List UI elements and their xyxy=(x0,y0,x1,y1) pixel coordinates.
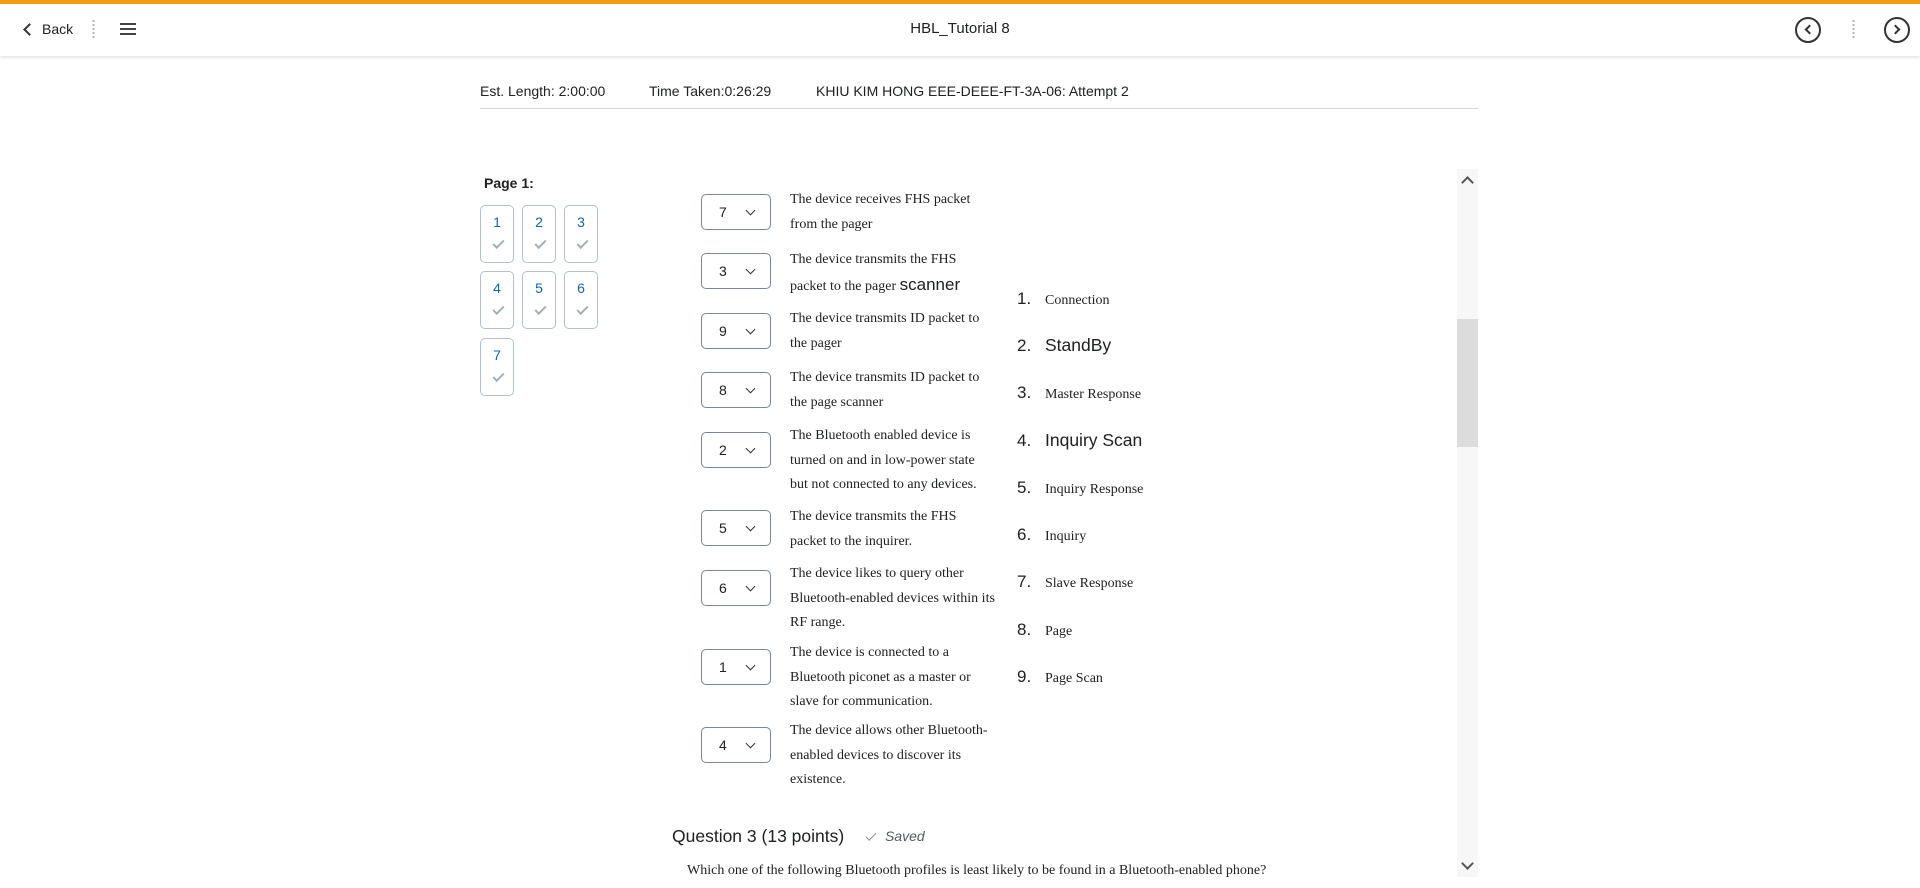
back-label: Back xyxy=(42,21,74,37)
page-title-label: Page 1: xyxy=(484,175,534,191)
choice-item-4: 4. Inquiry Scan xyxy=(1017,430,1143,450)
chevron-down-icon xyxy=(745,581,756,592)
check-icon xyxy=(492,302,505,316)
question-nav-2[interactable]: 2 xyxy=(522,205,556,263)
time-taken: Time Taken:0:26:29 xyxy=(649,83,772,99)
match-select-2[interactable]: 3 xyxy=(701,253,771,289)
scroll-up-icon[interactable] xyxy=(1461,176,1474,189)
choice-item-8: 8. Page xyxy=(1017,620,1073,639)
vertical-dots-divider xyxy=(1852,19,1855,39)
quiz-info-bar: Est. Length: 2:00:00 Time Taken:0:26:29 … xyxy=(480,83,1478,109)
match-select-4[interactable]: 8 xyxy=(701,372,771,408)
choice-item-1: 1. Connection xyxy=(1017,289,1110,308)
check-icon xyxy=(576,236,589,250)
previous-topic-icon[interactable] xyxy=(1795,17,1821,43)
question-nav-7[interactable]: 7 xyxy=(480,338,514,396)
check-icon xyxy=(492,369,505,383)
back-button[interactable]: Back xyxy=(22,18,73,40)
question-nav-1[interactable]: 1 xyxy=(480,205,514,263)
choice-item-9: 9. Page Scan xyxy=(1017,667,1103,686)
scrollbar-thumb[interactable] xyxy=(1457,319,1478,447)
attempt-label: KHIU KIM HONG EEE-DEEE-FT-3A-06: Attempt… xyxy=(816,83,1129,99)
match-select-3[interactable]: 9 xyxy=(701,313,771,349)
chevron-down-icon xyxy=(745,443,756,454)
check-icon xyxy=(534,236,547,250)
check-icon xyxy=(492,236,505,250)
top-bar: Back HBL_Tutorial 8 xyxy=(0,0,1920,56)
match-statement-1: The device receives FHS packet from the … xyxy=(790,192,971,232)
match-select-9[interactable]: 4 xyxy=(701,727,771,763)
match-statement-4: The device transmits ID packet to the pa… xyxy=(790,370,980,410)
choice-item-6: 6. Inquiry xyxy=(1017,525,1087,544)
match-statement-3: The device transmits ID packet to the pa… xyxy=(790,311,980,351)
content-scrollbar[interactable] xyxy=(1457,169,1478,877)
check-icon xyxy=(534,302,547,316)
hamburger-menu-icon[interactable] xyxy=(120,23,136,35)
scroll-down-icon[interactable] xyxy=(1461,857,1474,870)
choice-item-7: 7. Slave Response xyxy=(1017,572,1134,591)
match-select-1[interactable]: 7 xyxy=(701,194,771,230)
match-statement-5: The Bluetooth enabled device is turned o… xyxy=(790,428,977,492)
match-statement-8: The device is connected to a Bluetooth p… xyxy=(790,645,971,709)
match-select-6[interactable]: 5 xyxy=(701,510,771,546)
vertical-dots-divider xyxy=(92,19,95,39)
match-statement-2: The device transmits the FHS packet to t… xyxy=(790,252,961,294)
match-statement-7: The device likes to query other Bluetoot… xyxy=(790,566,995,630)
match-statement-9: The device allows other Bluetooth-enable… xyxy=(790,723,988,787)
chevron-down-icon xyxy=(745,205,756,216)
question-nav-3[interactable]: 3 xyxy=(564,205,598,263)
match-select-8[interactable]: 1 xyxy=(701,649,771,685)
chevron-down-icon xyxy=(745,660,756,671)
question-nav-5[interactable]: 5 xyxy=(522,271,556,329)
chevron-down-icon xyxy=(745,521,756,532)
choice-item-3: 3. Master Response xyxy=(1017,383,1142,402)
chevron-down-icon xyxy=(745,383,756,394)
choice-item-2: 2. StandBy xyxy=(1017,335,1112,355)
page-title: HBL_Tutorial 8 xyxy=(910,20,1010,37)
question-3-heading: Question 3 (13 points) xyxy=(672,826,845,846)
match-statement-6: The device transmits the FHS packet to t… xyxy=(790,509,957,549)
chevron-down-icon xyxy=(745,324,756,335)
next-topic-icon[interactable] xyxy=(1884,17,1910,43)
question-nav-6[interactable]: 6 xyxy=(564,271,598,329)
check-icon xyxy=(576,302,589,316)
match-select-7[interactable]: 6 xyxy=(701,570,771,606)
chevron-down-icon xyxy=(745,738,756,749)
chevron-down-icon xyxy=(745,264,756,275)
question-3-text: Which one of the following Bluetooth pro… xyxy=(687,863,1267,878)
saved-status: Saved xyxy=(865,828,925,844)
chevron-left-icon xyxy=(23,22,36,36)
check-icon xyxy=(865,830,877,841)
question-nav-4[interactable]: 4 xyxy=(480,271,514,329)
match-select-5[interactable]: 2 xyxy=(701,432,771,468)
choice-item-5: 5. Inquiry Response xyxy=(1017,478,1144,497)
est-length: Est. Length: 2:00:00 xyxy=(480,83,606,99)
